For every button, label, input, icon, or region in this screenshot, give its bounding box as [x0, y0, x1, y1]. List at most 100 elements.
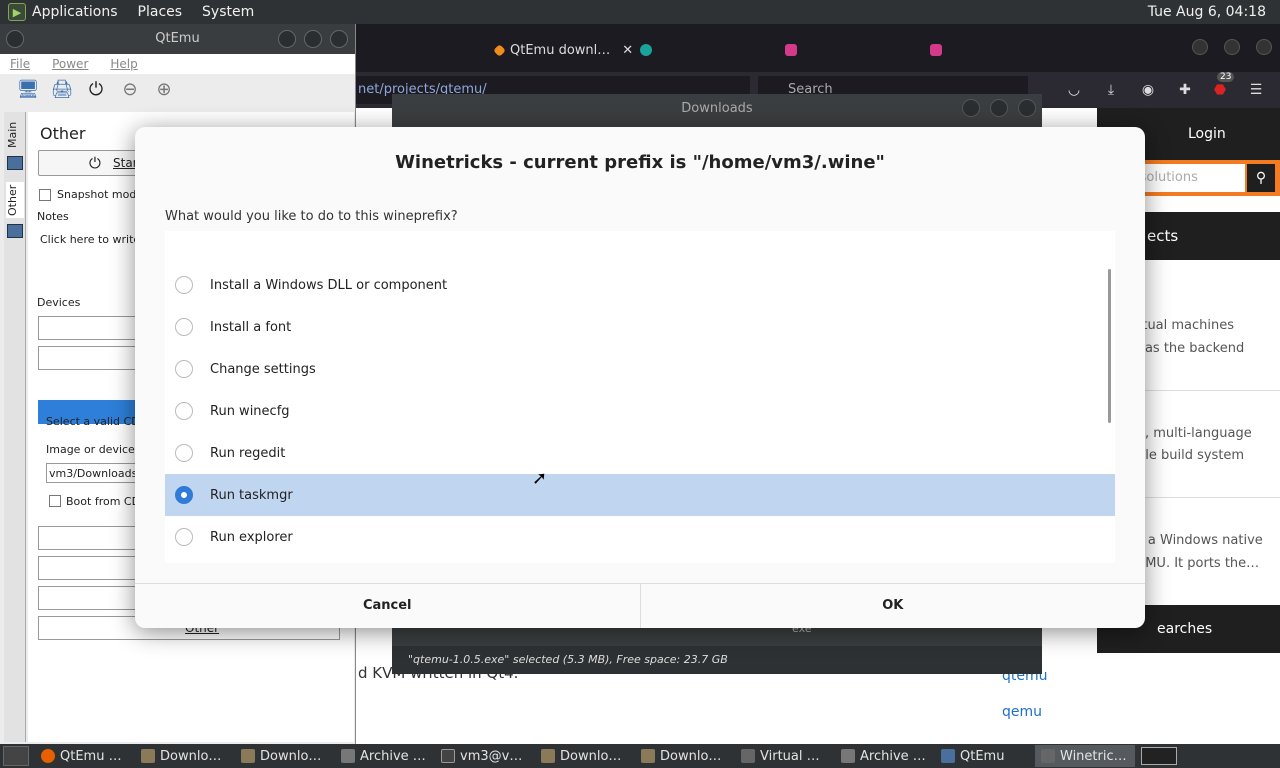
tab-2[interactable]: [640, 38, 652, 62]
close-button[interactable]: [1256, 39, 1272, 55]
download-icon[interactable]: ⤓: [1102, 81, 1120, 99]
clock[interactable]: Tue Aug 6, 04:18: [1148, 4, 1266, 20]
show-desktop-icon[interactable]: [3, 746, 29, 766]
option-label: Change settings: [210, 361, 316, 377]
power-menu[interactable]: Power: [52, 57, 88, 71]
boot-cd-checkbox[interactable]: [49, 495, 61, 507]
folder-icon: [641, 749, 655, 763]
tab-3[interactable]: [785, 38, 797, 62]
taskbar-item-firefox[interactable]: QtEmu …: [35, 745, 135, 767]
option-run-explorer[interactable]: Run explorer: [165, 516, 1115, 558]
tab-qtemu-download[interactable]: QtEmu downl… ✕: [493, 38, 633, 62]
open-machine-icon[interactable]: 🖨: [48, 76, 76, 102]
window-menu-button[interactable]: [6, 30, 24, 48]
applications-menu[interactable]: Applications: [32, 4, 118, 20]
taskbar-item-label: Downlo…: [660, 748, 722, 764]
folder-icon: [141, 749, 155, 763]
sidebar-text: J as the backend: [1137, 341, 1245, 356]
select-cd-label: Select a valid CD: [46, 415, 140, 428]
power-icon[interactable]: ⏻: [82, 76, 110, 102]
snapshot-label: Snapshot mode: [57, 188, 144, 201]
ublock-icon[interactable]: ⬣: [1211, 81, 1229, 99]
option-change-settings[interactable]: Change settings: [165, 348, 1115, 390]
snapshot-checkbox[interactable]: [39, 189, 51, 201]
radio-button[interactable]: [175, 528, 193, 546]
minimize-button[interactable]: [1192, 39, 1208, 55]
option-install-font[interactable]: Install a font: [165, 306, 1115, 348]
taskbar-item-terminal[interactable]: vm3@v…: [435, 745, 535, 767]
search-icon[interactable]: ⚲: [1247, 164, 1275, 192]
radio-button-checked[interactable]: [175, 486, 193, 504]
close-button[interactable]: [330, 30, 348, 48]
workspace-switcher[interactable]: [1141, 747, 1177, 765]
tab-main[interactable]: Main: [6, 120, 24, 150]
winetricks-icon: [1041, 749, 1055, 763]
distro-logo-icon[interactable]: ▶: [8, 3, 26, 21]
minimize-button[interactable]: [962, 99, 980, 117]
cancel-button[interactable]: Cancel: [135, 584, 640, 628]
help-menu[interactable]: Help: [110, 57, 137, 71]
tab-4[interactable]: [930, 38, 942, 62]
places-menu[interactable]: Places: [138, 4, 183, 20]
maximize-button[interactable]: [990, 99, 1008, 117]
firefox-tabbar: QtEmu downl… ✕: [340, 24, 1280, 72]
image-path-value: vm3/Downloads/a: [49, 467, 148, 480]
sidebar-text: e, multi-language: [1137, 426, 1252, 441]
maximize-button[interactable]: [1224, 39, 1240, 55]
taskbar-item-label: Archive …: [360, 748, 426, 764]
taskbar-item-downloads[interactable]: Downlo…: [235, 745, 335, 767]
taskbar-item-archive[interactable]: Archive …: [835, 745, 935, 767]
tab-other[interactable]: Other: [6, 182, 24, 218]
account-icon[interactable]: ◉: [1139, 81, 1157, 99]
system-menu[interactable]: System: [202, 4, 254, 20]
ok-button[interactable]: OK: [639, 584, 1146, 628]
minimize-button[interactable]: [278, 30, 296, 48]
qtemu-titlebar: QtEmu: [0, 24, 355, 54]
qtemu-vertical-tabs: Main Other: [4, 112, 26, 742]
taskbar-item-label: Downlo…: [560, 748, 622, 764]
option-label: Run taskmgr: [210, 487, 293, 503]
option-run-regedit[interactable]: Run regedit: [165, 432, 1115, 474]
taskbar-item-label: Downlo…: [260, 748, 322, 764]
option-run-taskmgr[interactable]: Run taskmgr: [165, 474, 1115, 516]
close-button[interactable]: [1018, 99, 1036, 117]
dialog-question: What would you like to do to this winepr…: [165, 209, 458, 224]
close-tab-icon[interactable]: ✕: [622, 43, 633, 58]
tab-favicon-icon: [930, 44, 942, 56]
reset-icon[interactable]: ⊕: [150, 76, 178, 102]
machine-icon: [7, 224, 23, 238]
list-scrollbar[interactable]: [1108, 269, 1111, 423]
radio-button[interactable]: [175, 444, 193, 462]
sidebar-text: rtual machines: [1137, 318, 1235, 333]
taskbar-item-downloads[interactable]: Downlo…: [635, 745, 735, 767]
taskbar-item-qtemu[interactable]: QtEmu: [935, 745, 1035, 767]
notes-field[interactable]: Click here to write: [40, 233, 140, 246]
file-menu[interactable]: File: [10, 57, 30, 71]
taskbar-item-downloads[interactable]: Downlo…: [135, 745, 235, 767]
firefox-icon: [41, 749, 55, 763]
login-link[interactable]: Login: [1188, 126, 1226, 142]
pocket-icon[interactable]: ◡: [1065, 81, 1083, 99]
pause-icon[interactable]: ⊖: [116, 76, 144, 102]
extensions-icon[interactable]: ✚: [1176, 81, 1194, 99]
related-link-qemu[interactable]: qemu: [1002, 704, 1042, 720]
maximize-button[interactable]: [304, 30, 322, 48]
radio-button[interactable]: [175, 360, 193, 378]
radio-button[interactable]: [175, 318, 193, 336]
option-install-dll[interactable]: Install a Windows DLL or component: [165, 264, 1115, 306]
sidebar-text: ble build system: [1137, 448, 1245, 463]
option-run-winecfg[interactable]: Run winecfg: [165, 390, 1115, 432]
taskbar-item-virtual[interactable]: Virtual …: [735, 745, 835, 767]
taskbar-item-winetricks[interactable]: Winetric…: [1035, 745, 1135, 767]
devices-label: Devices: [37, 296, 81, 309]
tab-label: QtEmu downl…: [510, 42, 611, 58]
radio-button[interactable]: [175, 276, 193, 294]
hamburger-menu-icon[interactable]: ☰: [1247, 81, 1265, 99]
taskbar-item-downloads[interactable]: Downlo…: [535, 745, 635, 767]
power-icon: ⏻: [89, 154, 101, 172]
new-machine-icon[interactable]: 🖥: [14, 76, 42, 102]
taskbar-item-label: vm3@v…: [460, 748, 523, 764]
taskbar-item-archive[interactable]: Archive …: [335, 745, 435, 767]
radio-button[interactable]: [175, 402, 193, 420]
options-list: Install a Windows DLL or component Insta…: [165, 231, 1115, 563]
